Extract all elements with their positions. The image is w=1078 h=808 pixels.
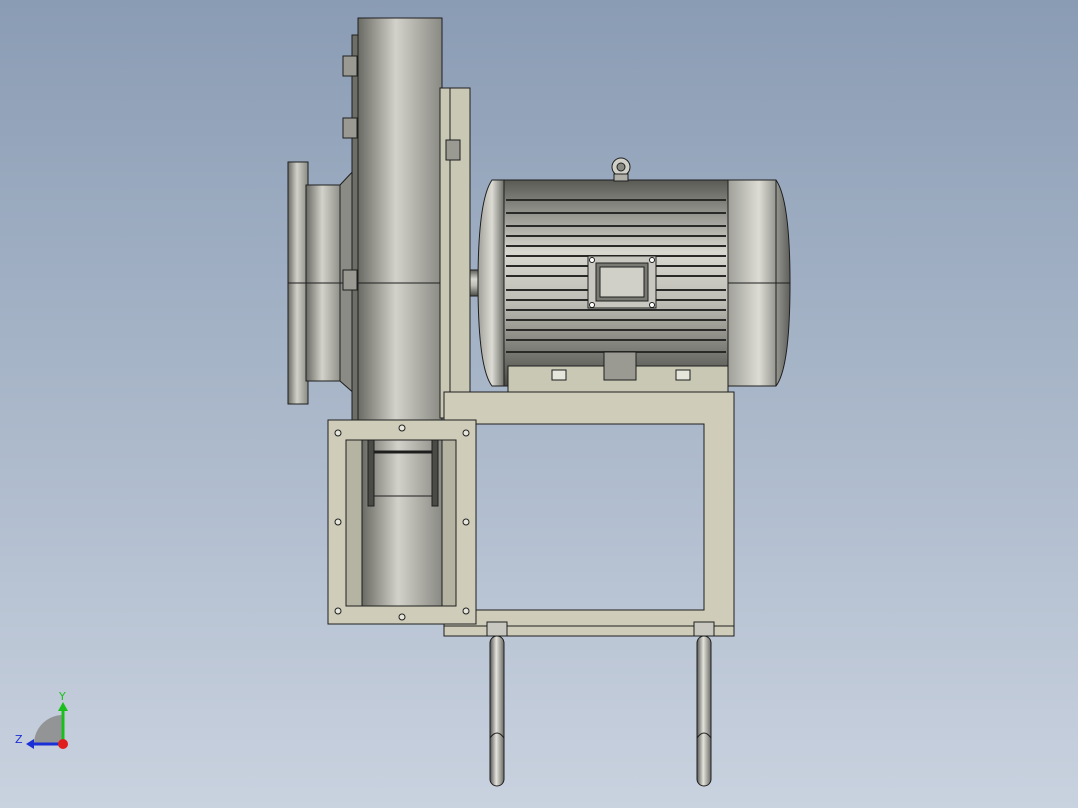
cad-viewport[interactable]: Y Z <box>0 0 1078 808</box>
outlet-flange <box>327 419 477 625</box>
y-axis-label: Y <box>58 690 66 703</box>
lifting-eye <box>611 157 631 182</box>
anchor-bolt-right <box>693 621 715 787</box>
electric-motor[interactable] <box>477 157 791 393</box>
model-canvas[interactable]: Y Z <box>0 0 1078 808</box>
terminal-box <box>587 255 657 309</box>
x-axis-dot <box>58 739 68 749</box>
z-axis-label: Z <box>15 733 23 746</box>
anchor-bolt-left <box>486 621 508 787</box>
